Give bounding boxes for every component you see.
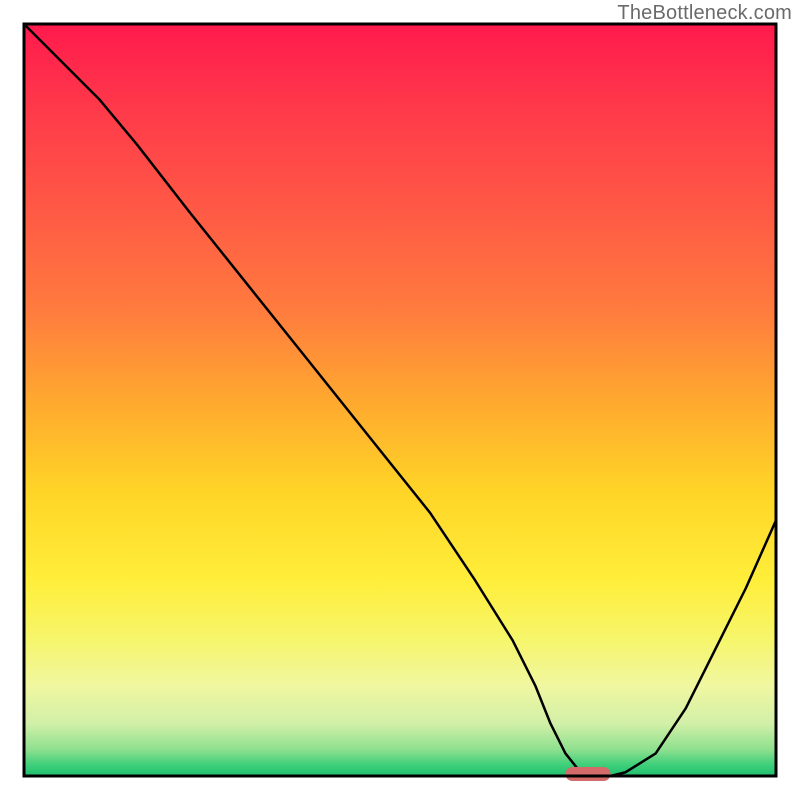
bottleneck-chart: TheBottleneck.com [0, 0, 800, 800]
plot-background [24, 24, 776, 776]
chart-svg [0, 0, 800, 800]
watermark-text: TheBottleneck.com [617, 2, 792, 25]
optimal-marker [565, 767, 610, 781]
